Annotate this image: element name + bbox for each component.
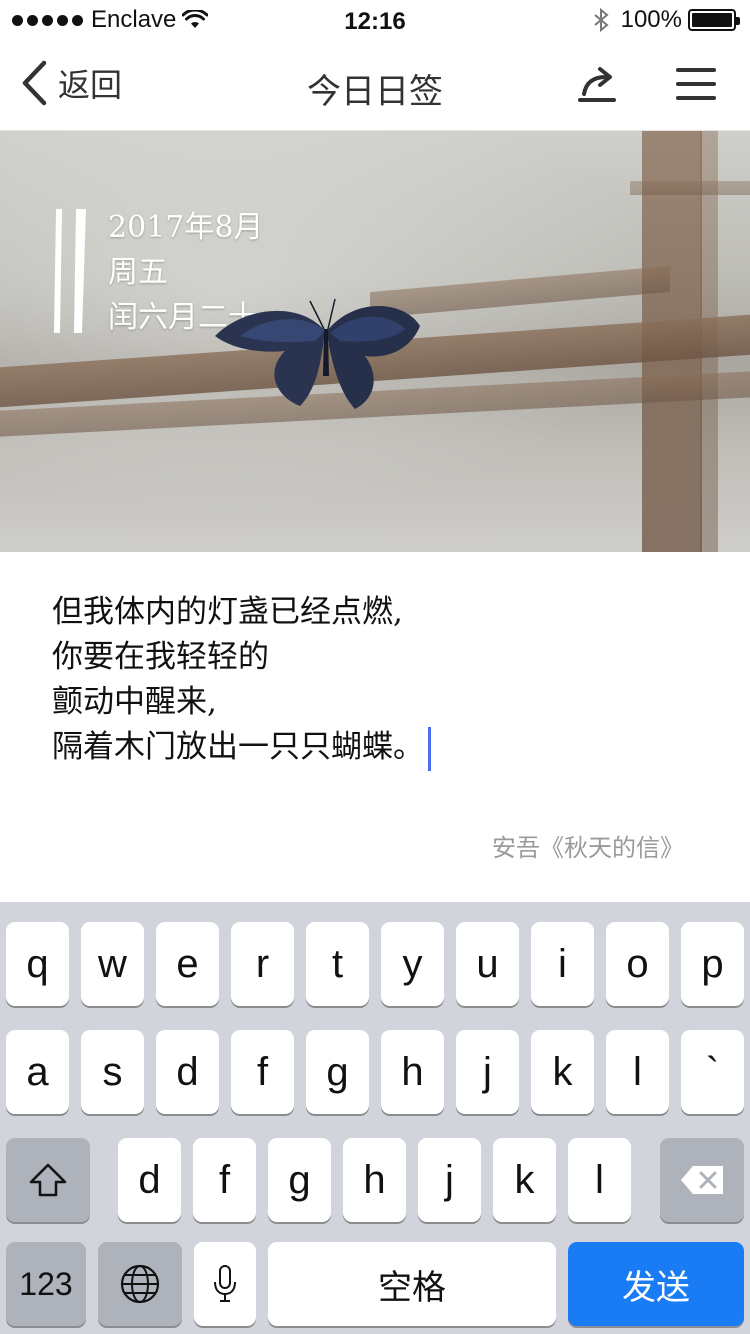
shift-icon xyxy=(29,1163,67,1197)
status-right: 100% xyxy=(593,6,740,34)
key-r[interactable]: r xyxy=(231,922,294,1006)
shift-key[interactable] xyxy=(6,1138,90,1222)
key-f[interactable]: f xyxy=(231,1030,294,1114)
key-q[interactable]: q xyxy=(6,922,69,1006)
key-f-row3[interactable]: f xyxy=(193,1138,256,1222)
key-p[interactable]: p xyxy=(681,922,744,1006)
delete-key[interactable] xyxy=(660,1138,744,1222)
share-icon[interactable] xyxy=(576,64,618,104)
poem-line: 你要在我轻轻的 xyxy=(52,639,269,675)
hero-image: 2017年8月 周五 闰六月二十 xyxy=(0,131,750,552)
key-e[interactable]: e xyxy=(156,922,219,1006)
key-l-row3[interactable]: l xyxy=(568,1138,631,1222)
keyboard: q w e r t y u i o p a s d f g h j k l ` … xyxy=(0,902,750,1334)
globe-key[interactable] xyxy=(98,1242,182,1326)
key-d[interactable]: d xyxy=(156,1030,219,1114)
key-h-row3[interactable]: h xyxy=(343,1138,406,1222)
key-w[interactable]: w xyxy=(81,922,144,1006)
space-key[interactable]: 空格 xyxy=(268,1242,556,1326)
globe-icon xyxy=(120,1264,160,1304)
delete-icon xyxy=(681,1166,723,1194)
key-y[interactable]: y xyxy=(381,922,444,1006)
battery-percent: 100% xyxy=(620,6,682,33)
dictation-key[interactable] xyxy=(194,1242,256,1326)
key-o[interactable]: o xyxy=(606,922,669,1006)
menu-icon[interactable] xyxy=(676,66,716,102)
key-k-row3[interactable]: k xyxy=(493,1138,556,1222)
date-gregorian: 2017年8月 xyxy=(108,210,264,245)
key-d-row3[interactable]: d xyxy=(118,1138,181,1222)
key-k[interactable]: k xyxy=(531,1030,594,1114)
battery-icon xyxy=(688,9,740,31)
status-bar: Enclave 12:16 100% xyxy=(0,0,750,40)
poem-source: 安吾《秋天的信》 xyxy=(492,834,684,862)
key-j[interactable]: j xyxy=(456,1030,519,1114)
poem-text[interactable]: 但我体内的灯盏已经点燃, 你要在我轻轻的 颤动中醒来, 隔着木门放出一只只蝴蝶。 xyxy=(52,590,431,771)
key-l[interactable]: l xyxy=(606,1030,669,1114)
poem-line: 颤动中醒来, xyxy=(52,684,217,720)
poem-line-text: 隔着木门放出一只只蝴蝶。 xyxy=(52,729,424,765)
key-u[interactable]: u xyxy=(456,922,519,1006)
date-mark-icon xyxy=(54,209,86,333)
bluetooth-icon xyxy=(593,8,609,32)
key-t[interactable]: t xyxy=(306,922,369,1006)
microphone-icon xyxy=(214,1265,236,1302)
key-g-row3[interactable]: g xyxy=(268,1138,331,1222)
numbers-key[interactable]: 123 xyxy=(6,1242,86,1326)
send-button[interactable]: 发送 xyxy=(568,1242,744,1326)
key-s[interactable]: s xyxy=(81,1030,144,1114)
poem-line-last: 隔着木门放出一只只蝴蝶。 xyxy=(52,725,431,771)
page-title: 今日日签 xyxy=(307,73,443,111)
key-i[interactable]: i xyxy=(531,922,594,1006)
butterfly-icon xyxy=(215,298,420,409)
key-j-row3[interactable]: j xyxy=(418,1138,481,1222)
key-backtick[interactable]: ` xyxy=(681,1030,744,1114)
text-cursor xyxy=(428,726,431,771)
key-h[interactable]: h xyxy=(381,1030,444,1114)
key-a[interactable]: a xyxy=(6,1030,69,1114)
key-g[interactable]: g xyxy=(306,1030,369,1114)
poem-line: 但我体内的灯盏已经点燃, xyxy=(52,594,403,630)
nav-bar: 返回 今日日签 xyxy=(0,40,750,131)
